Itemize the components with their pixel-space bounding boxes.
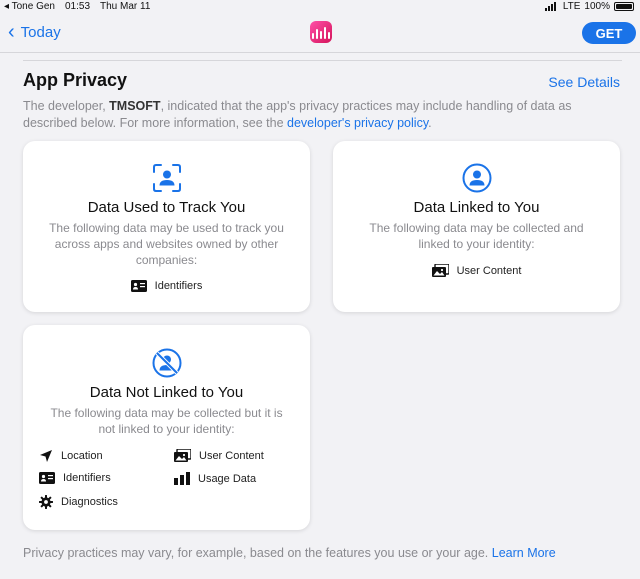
get-button[interactable]: GET — [582, 22, 636, 44]
back-to-app[interactable]: ◂ Tone Gen — [4, 1, 55, 12]
card-description: The following data may be collected and … — [369, 221, 584, 251]
id-card-icon — [39, 472, 55, 484]
developer-name: TMSOFT — [109, 99, 161, 113]
data-type-identifiers: Identifiers — [23, 280, 310, 292]
data-type-diagnostics: Diagnostics — [39, 495, 118, 509]
track-icon — [23, 163, 310, 193]
card-data-not-linked[interactable]: Data Not Linked to You The following dat… — [23, 325, 310, 530]
see-details-link[interactable]: See Details — [548, 74, 620, 90]
data-type-user-content: User Content — [333, 264, 620, 277]
back-button[interactable]: ‹ Today — [8, 21, 61, 43]
gear-icon — [39, 495, 53, 509]
intro-suffix: . — [428, 116, 432, 130]
card-description: The following data may be used to track … — [49, 221, 284, 267]
data-type-user-content: User Content — [174, 449, 264, 462]
battery-icon — [614, 2, 634, 11]
linked-icon — [333, 163, 620, 193]
privacy-policy-link[interactable]: developer's privacy policy — [287, 116, 428, 130]
card-title: Data Linked to You — [413, 199, 540, 216]
item-label: Identifiers — [63, 472, 111, 484]
app-icon — [310, 21, 332, 43]
item-label: User Content — [456, 264, 522, 277]
not-linked-icon — [23, 348, 310, 378]
data-type-usage-data: Usage Data — [174, 472, 256, 485]
status-left: ◂ Tone Gen 01:53 Thu Mar 11 — [4, 1, 150, 12]
learn-more-link[interactable]: Learn More — [492, 546, 556, 560]
privacy-intro: The developer, TMSOFT, indicated that th… — [23, 98, 618, 132]
item-label: Location — [61, 450, 103, 462]
location-arrow-icon — [40, 450, 52, 462]
item-label: Usage Data — [198, 472, 257, 485]
id-card-icon — [130, 280, 147, 292]
intro-prefix: The developer, — [23, 99, 110, 113]
item-label: User Content — [199, 449, 264, 462]
photo-stack-icon — [174, 449, 191, 462]
card-description: The following data may be collected but … — [50, 406, 283, 436]
section-divider — [23, 60, 622, 61]
battery-percent: 100% — [584, 1, 610, 12]
card-data-linked[interactable]: Data Linked to You The following data ma… — [333, 141, 620, 312]
card-data-used-to-track[interactable]: Data Used to Track You The following dat… — [23, 141, 310, 312]
status-time: 01:53 — [64, 1, 91, 12]
nav-bar: ‹ Today GET — [0, 14, 640, 53]
card-title: Data Not Linked to You — [89, 384, 244, 401]
back-label: Today — [20, 23, 61, 41]
signal-icon — [544, 2, 556, 11]
footer-text: Privacy practices may vary, for example,… — [23, 546, 492, 560]
status-date: Thu Mar 11 — [100, 1, 151, 12]
photo-stack-icon — [431, 264, 449, 277]
network-type: LTE — [562, 1, 581, 12]
privacy-footer: Privacy practices may vary, for example,… — [23, 546, 556, 560]
item-label: Identifiers — [154, 280, 203, 292]
status-bar: ◂ Tone Gen 01:53 Thu Mar 11 LTE 100% — [0, 0, 640, 14]
section-title: App Privacy — [23, 70, 128, 90]
bar-chart-icon — [174, 472, 190, 485]
item-label: Diagnostics — [61, 496, 118, 508]
data-type-identifiers: Identifiers — [39, 472, 111, 484]
status-right: LTE 100% — [544, 1, 634, 12]
data-type-location: Location — [39, 449, 103, 463]
chevron-left-icon: ‹ — [8, 21, 15, 43]
card-title: Data Used to Track You — [87, 199, 246, 216]
